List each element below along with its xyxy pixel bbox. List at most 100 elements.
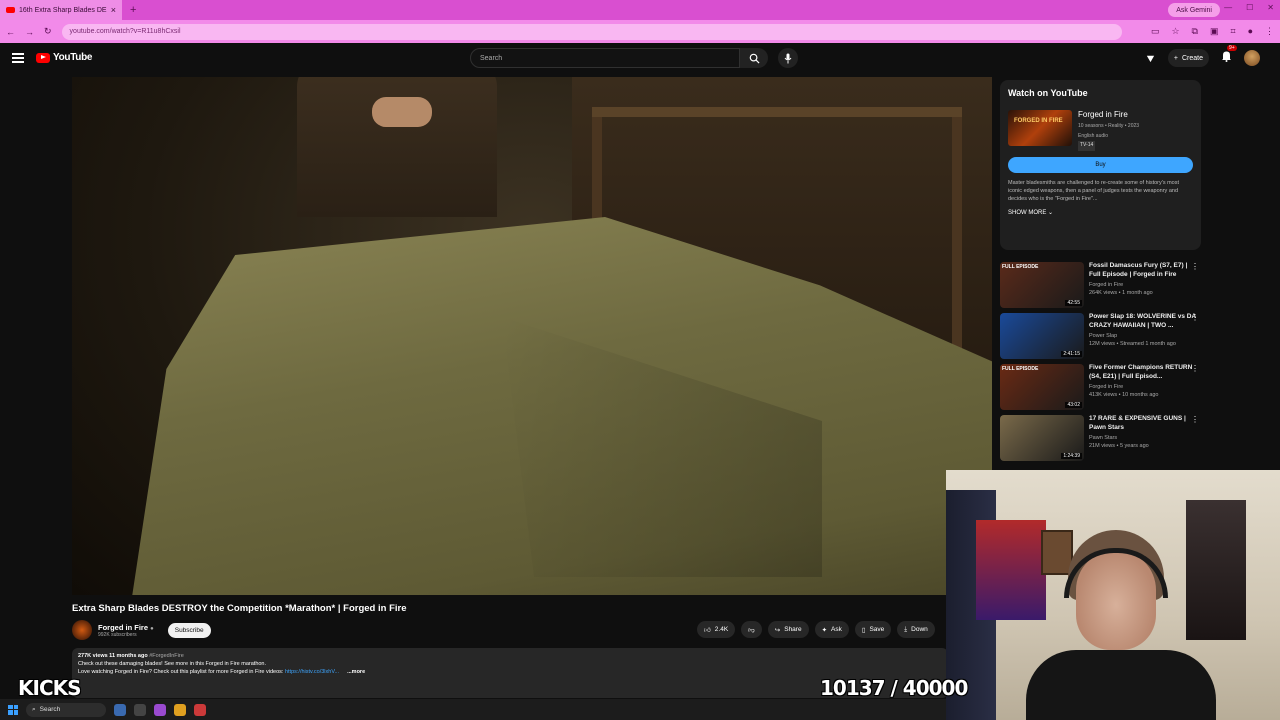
recommendation-thumbnail[interactable]: FULL EPISODE 42:55 — [1000, 262, 1084, 308]
like-button[interactable]: 👍︎ 2.4K — [697, 621, 736, 638]
video-scene-hands — [372, 97, 432, 127]
logo-text: YouTube — [53, 52, 93, 63]
share-button[interactable]: ↪ Share — [767, 621, 809, 638]
tab-search-icon[interactable]: ▣ — [1210, 26, 1219, 37]
recommendation-channel[interactable]: Pawn Stars — [1089, 435, 1197, 441]
show-title[interactable]: Forged in Fire — [1078, 110, 1139, 119]
view-date: 277K views 11 months ago — [78, 653, 148, 659]
file-explorer-icon[interactable] — [134, 703, 146, 716]
youtube-header: YouTube Search + Create 9+ — [0, 43, 1280, 73]
recommendation-title[interactable]: Power Slap 18: WOLVERINE vs DA CRAZY HAW… — [1089, 313, 1197, 331]
forward-icon[interactable]: → — [25, 27, 34, 37]
recommendation-title[interactable]: Five Former Champions RETURN (S4, E21) |… — [1089, 364, 1197, 382]
recommendation-meta: 413K views • 10 months ago — [1089, 391, 1159, 398]
channel-row: Forged in Fire ● 992K subscribers Subscr… — [72, 619, 952, 641]
ask-button[interactable]: ✦ Ask — [814, 621, 849, 638]
download-icon: ⤓ — [904, 625, 908, 633]
description-line-2: Love watching Forged in Fire? Check out … — [78, 669, 942, 675]
playlist-link[interactable]: https://histv.co/3lxhV... — [285, 669, 339, 675]
channel-name[interactable]: Forged in Fire ● — [98, 623, 154, 632]
recommendation-item[interactable]: FULL EPISODE 43:02 Five Former Champions R… — [1000, 364, 1205, 415]
notifications-button[interactable]: 9+ — [1221, 45, 1237, 67]
more-options-icon[interactable]: ⋮ — [1191, 313, 1199, 322]
more-options-icon[interactable]: ⋮ — [1191, 415, 1199, 424]
recommendation-item[interactable]: FULL EPISODE 42:55 Fossil Damascus Fury (S… — [1000, 262, 1205, 313]
recommendation-title[interactable]: Fossil Damascus Fury (S7, E7) | Full Epi… — [1089, 262, 1197, 280]
hashtag-link[interactable]: #ForgedInFire — [149, 653, 184, 659]
back-icon[interactable]: ← — [6, 27, 15, 37]
reload-icon[interactable]: ↻ — [44, 26, 52, 37]
subscriber-count: 992K subscribers — [98, 631, 137, 638]
more-button[interactable]: ...more — [347, 669, 365, 675]
show-row[interactable]: FORGED IN FIRE Forged in Fire 10 seasons… — [1008, 110, 1193, 151]
twitch-icon[interactable] — [154, 703, 166, 716]
download-button[interactable]: ⤓ Down — [897, 621, 935, 638]
search-input[interactable]: Search — [470, 48, 740, 68]
description-box[interactable]: 277K views 11 months ago #ForgedInFire C… — [72, 648, 948, 698]
recommendation-thumbnail[interactable]: 1:24:39 — [1000, 415, 1084, 461]
tab-title: 16th Extra Sharp Blades DE — [19, 6, 107, 14]
show-more-button[interactable]: SHOW MORE ⌄ — [1008, 209, 1193, 216]
recommendation-item[interactable]: 1:24:39 17 RARE & EXPENSIVE GUNS | Pawn S… — [1000, 415, 1205, 466]
subscribe-label: Subscribe — [174, 626, 204, 634]
kicks-overlay: KICKS — [18, 676, 82, 700]
sparkle-icon: ✦ — [821, 626, 828, 634]
recommendation-meta: 12M views • Streamed 1 month ago — [1089, 340, 1176, 347]
duration-badge: 1:24:39 — [1061, 453, 1082, 459]
description-line-1: Check out these damaging blades! See mor… — [78, 661, 267, 667]
ask-gemini-button[interactable]: Ask Gemini — [1168, 3, 1220, 17]
dislike-button[interactable]: 👎︎ — [741, 621, 762, 638]
webcam-poster — [976, 520, 1046, 620]
minimize-icon[interactable]: — — [1224, 3, 1232, 12]
recommendation-channel[interactable]: Power Slap — [1089, 333, 1197, 339]
menu-icon[interactable] — [12, 53, 24, 63]
account-avatar[interactable] — [1244, 50, 1260, 66]
recommendation-channel[interactable]: Forged in Fire — [1089, 282, 1197, 288]
show-meta: 10 seasons • Reality • 2023 English audi… — [1078, 122, 1139, 151]
buy-button[interactable]: Buy — [1008, 156, 1193, 173]
extensions-icon[interactable]: ⧉ — [1192, 26, 1198, 37]
youtube-logo[interactable]: YouTube — [36, 52, 93, 63]
url-text: youtube.com/watch?v=R11u8hCxsil — [69, 28, 181, 35]
recommendation-channel[interactable]: Forged in Fire — [1089, 384, 1197, 390]
recommendation-title[interactable]: 17 RARE & EXPENSIVE GUNS | Pawn Stars — [1089, 415, 1197, 433]
voice-search-button[interactable] — [778, 48, 798, 68]
close-window-icon[interactable]: ✕ — [1267, 3, 1274, 12]
recommendation-info: Power Slap 18: WOLVERINE vs DA CRAZY HAW… — [1089, 313, 1197, 364]
subscribe-button[interactable]: Subscribe — [167, 622, 211, 638]
windows-start-icon[interactable] — [8, 704, 18, 715]
video-actions: 👍︎ 2.4K 👎︎ ↪ Share ✦ Ask ▯ Save ⤓ Down — [697, 621, 935, 638]
show-info: Forged in Fire 10 seasons • Reality • 20… — [1078, 110, 1139, 151]
search-button[interactable] — [740, 48, 768, 68]
recommendation-meta: 21M views • 5 years ago — [1089, 442, 1149, 449]
video-player[interactable] — [72, 77, 992, 595]
browser-tab[interactable]: 16th Extra Sharp Blades DE × — [0, 0, 122, 20]
recommendation-thumbnail[interactable]: FULL EPISODE 43:02 — [1000, 364, 1084, 410]
more-options-icon[interactable]: ⋮ — [1191, 262, 1199, 271]
chrome-icon[interactable] — [174, 703, 186, 716]
channel-avatar[interactable] — [72, 620, 92, 640]
create-button[interactable]: + Create — [1167, 49, 1209, 67]
recommendation-item[interactable]: 2:41:15 Power Slap 18: WOLVERINE vs DA CR… — [1000, 313, 1205, 364]
close-tab-icon[interactable]: × — [111, 5, 116, 15]
notification-badge: 9+ — [1227, 45, 1237, 51]
cast-video-icon[interactable] — [1145, 53, 1156, 64]
taskbar-app-icon[interactable] — [114, 703, 126, 716]
save-button[interactable]: ▯ Save — [854, 621, 892, 638]
obs-icon[interactable] — [194, 703, 206, 716]
profile-icon[interactable]: ● — [1248, 26, 1253, 37]
url-input[interactable]: youtube.com/watch?v=R11u8hCxsil — [61, 23, 1122, 40]
verified-icon: ● — [150, 625, 154, 632]
maximize-icon[interactable]: ☐ — [1246, 3, 1253, 12]
youtube-favicon-icon — [6, 7, 15, 13]
new-tab-icon[interactable]: + — [130, 4, 136, 16]
cast-icon[interactable]: ⌗ — [1230, 26, 1235, 37]
show-thumbnail[interactable]: FORGED IN FIRE — [1008, 110, 1072, 146]
install-icon[interactable]: ▭ — [1151, 26, 1160, 37]
browser-menu-icon[interactable]: ⋮ — [1265, 26, 1274, 37]
taskbar-search[interactable]: ⌕ Search — [26, 702, 106, 717]
more-options-icon[interactable]: ⋮ — [1191, 364, 1199, 373]
duration-badge: 2:41:15 — [1061, 351, 1082, 357]
recommendation-thumbnail[interactable]: 2:41:15 — [1000, 313, 1084, 359]
bookmark-star-icon[interactable]: ☆ — [1171, 26, 1179, 37]
